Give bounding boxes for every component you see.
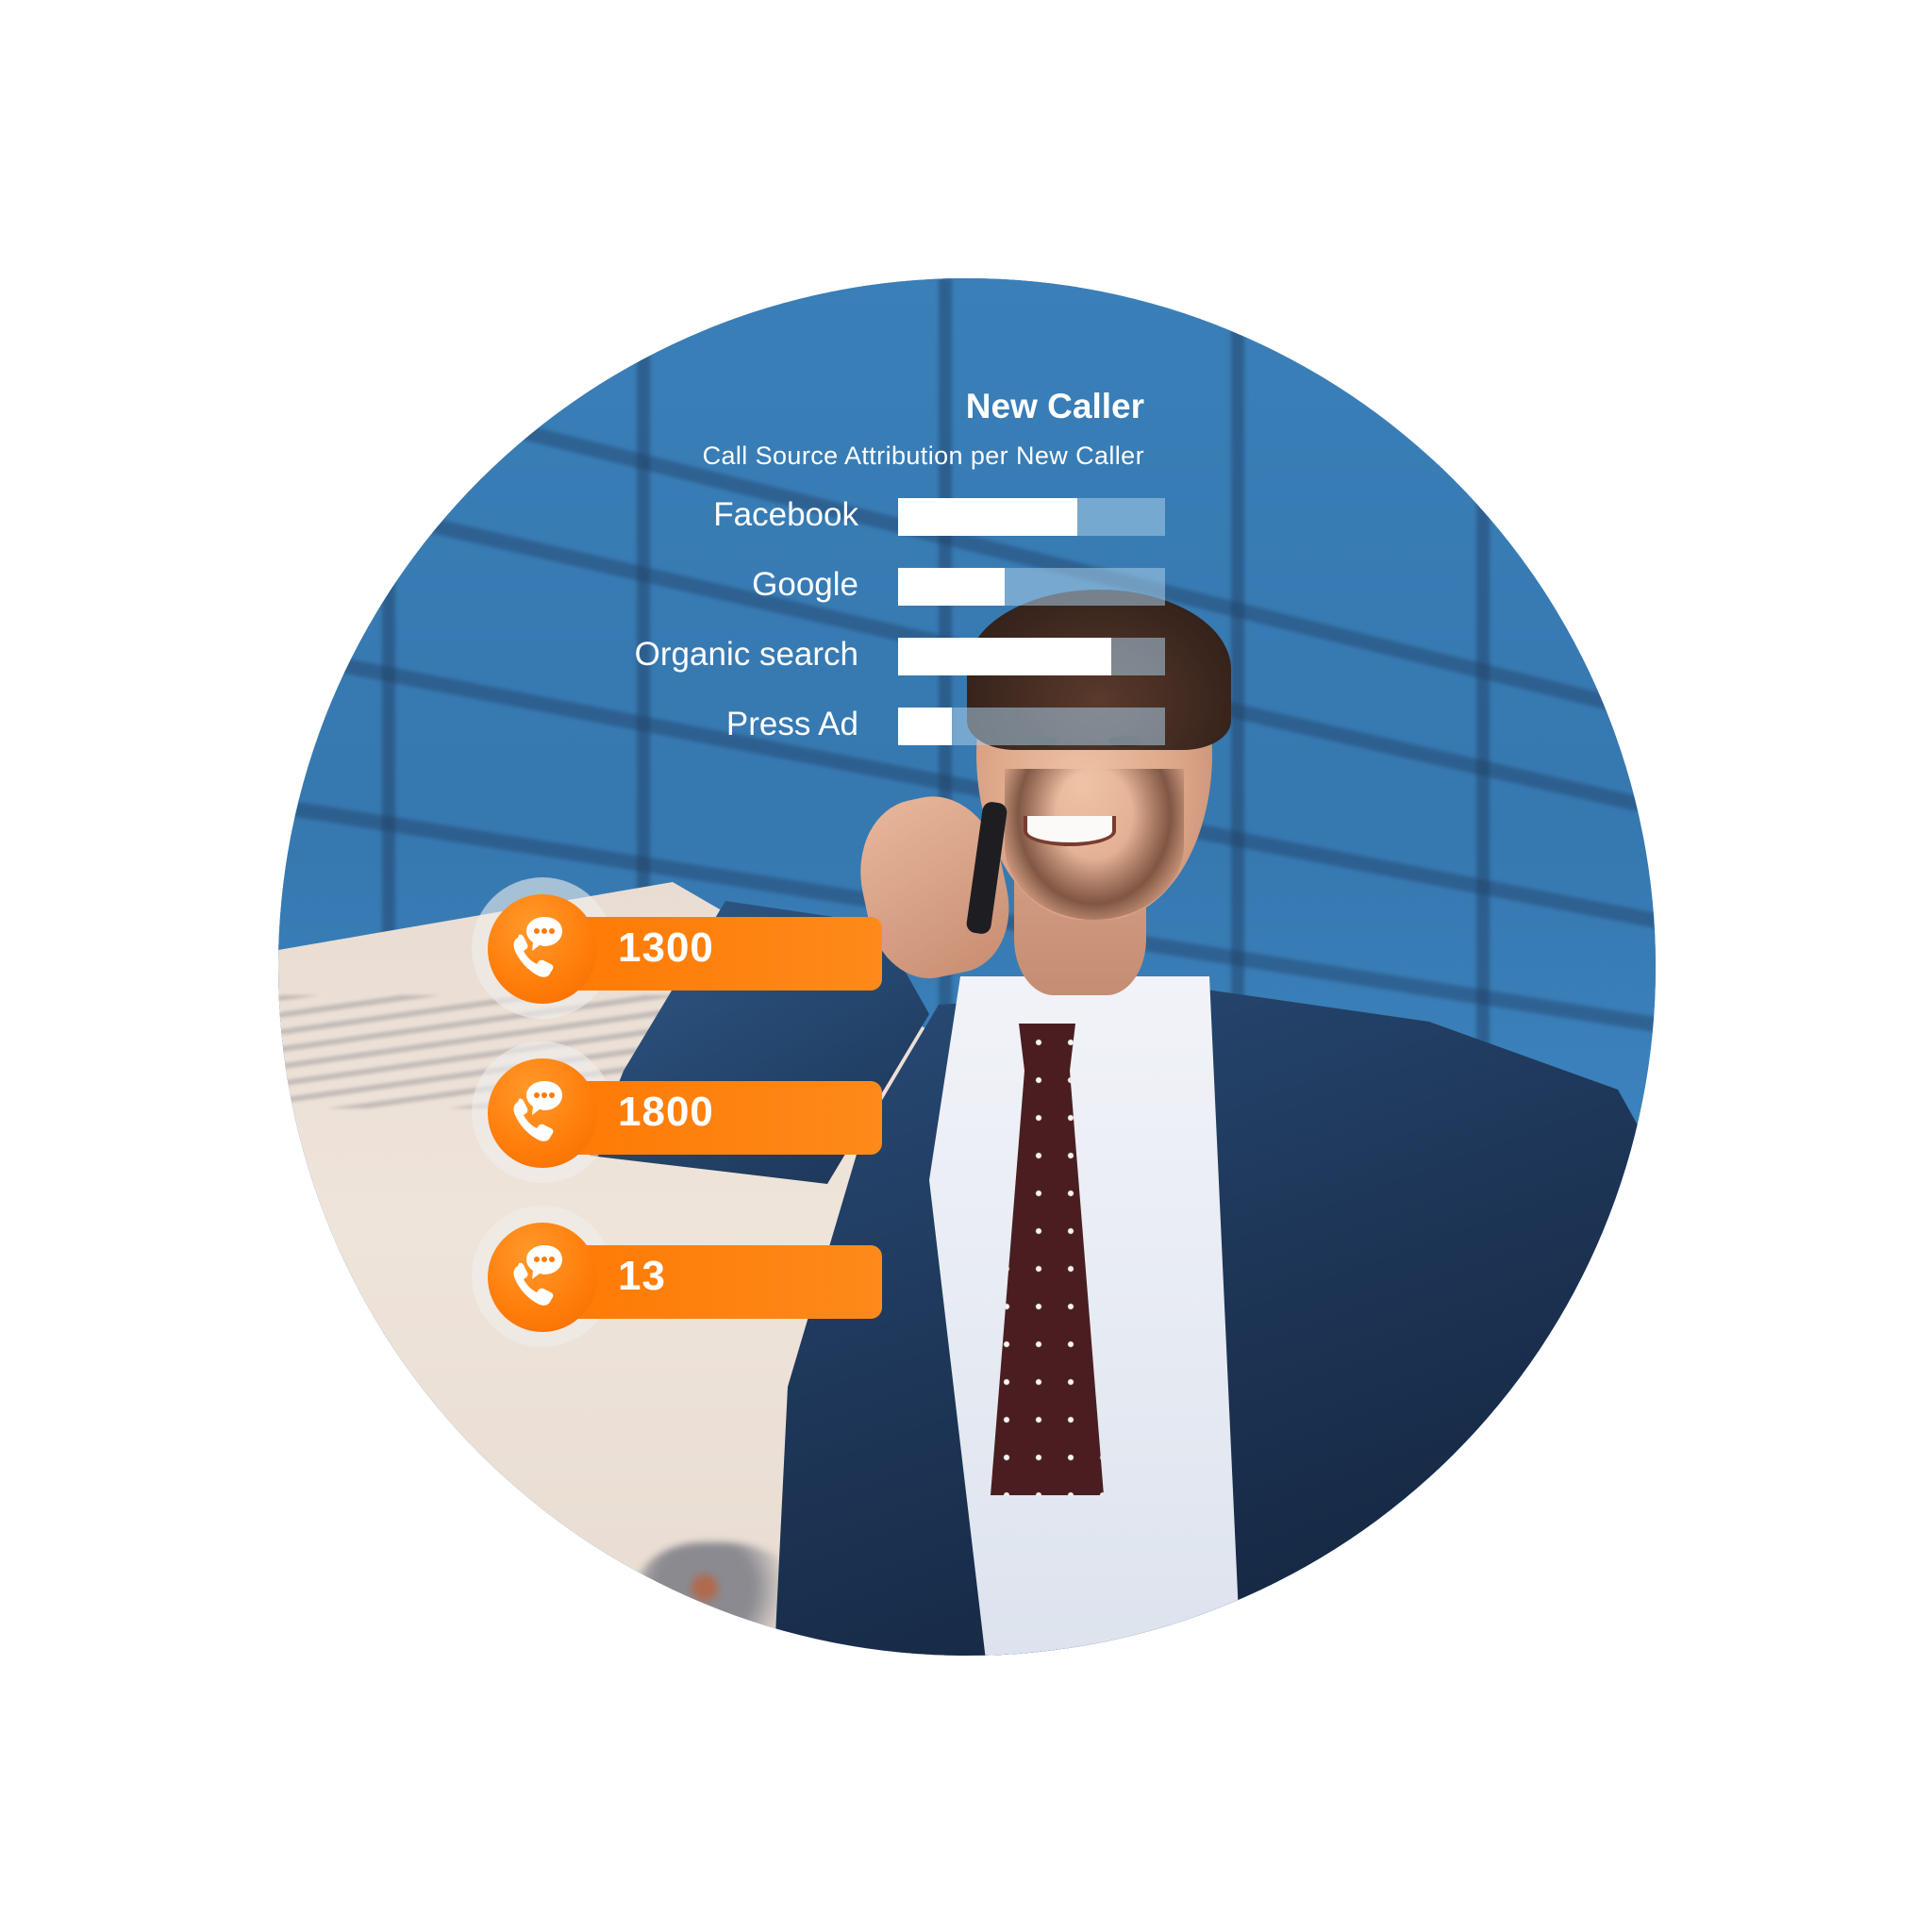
call-count-badge: 13 — [472, 1206, 887, 1357]
badge-pill — [566, 1081, 882, 1155]
badge-pill — [566, 1245, 882, 1319]
call-count-value: 13 — [618, 1253, 666, 1299]
bar-track — [898, 708, 1165, 745]
phone-chat-icon — [488, 1223, 597, 1332]
chart-title: New Caller — [965, 387, 1144, 425]
bar-track — [898, 498, 1165, 536]
man-beard — [1005, 769, 1184, 920]
badge-pill — [566, 917, 882, 991]
call-count-value: 1300 — [618, 924, 714, 971]
bar-row-press-ad: Press Ad — [566, 706, 1170, 747]
call-count-badge: 1300 — [472, 877, 887, 1028]
bar-label: Google — [752, 566, 858, 603]
bar-label: Press Ad — [725, 706, 858, 742]
bar-fill-google — [898, 568, 1006, 606]
bar-track — [898, 568, 1165, 606]
man-smile — [1024, 816, 1116, 846]
bar-label: Organic search — [634, 636, 858, 673]
bar-fill-facebook — [898, 498, 1077, 536]
bar-fill-organic-search — [898, 638, 1112, 675]
call-count-value: 1800 — [618, 1089, 714, 1135]
phone-chat-icon — [488, 1058, 597, 1168]
bar-row-facebook: Facebook — [566, 496, 1170, 538]
bar-track — [898, 638, 1165, 675]
call-count-badge: 1800 — [472, 1041, 887, 1192]
chart-subtitle: Call Source Attribution per New Caller — [702, 441, 1144, 470]
bar-fill-press-ad — [898, 708, 952, 745]
phone-chat-icon — [488, 894, 597, 1004]
bar-row-google: Google — [566, 566, 1170, 608]
bar-row-organic-search: Organic search — [566, 636, 1170, 677]
bar-label: Facebook — [713, 496, 858, 533]
